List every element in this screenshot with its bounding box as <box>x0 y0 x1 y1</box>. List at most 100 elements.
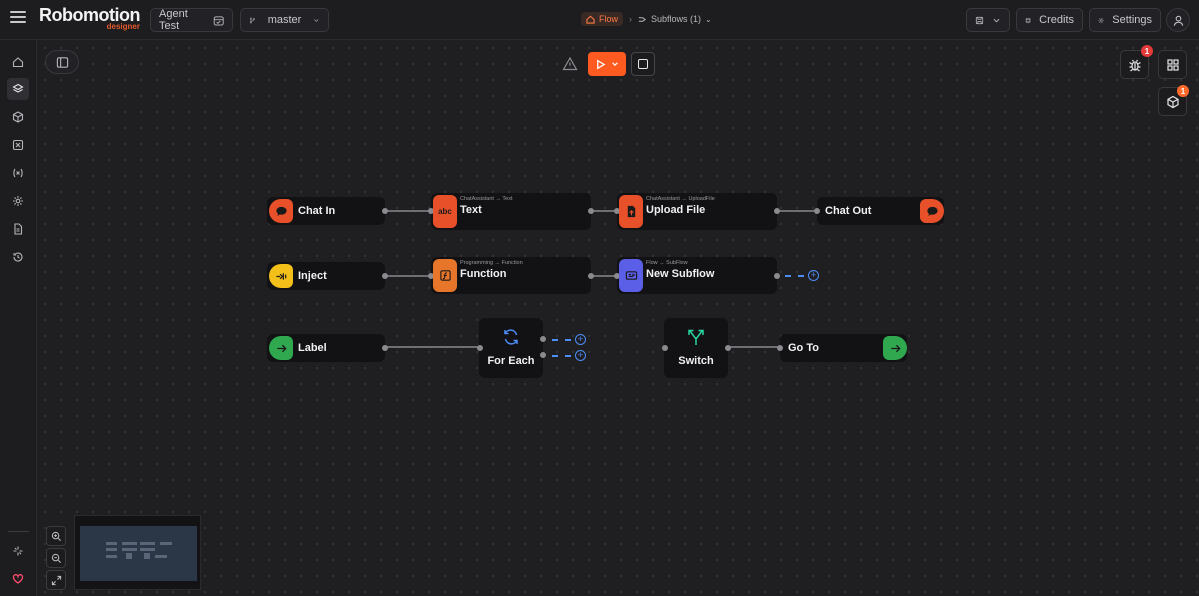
add-node-icon[interactable]: + <box>575 350 586 361</box>
box-x-icon <box>12 139 24 151</box>
node-title: Inject <box>298 270 327 282</box>
credits-button[interactable]: Credits <box>1016 8 1083 32</box>
save-icon <box>975 16 984 24</box>
sidebar-item-packages[interactable] <box>9 108 27 126</box>
settings-label: Settings <box>1112 14 1152 26</box>
sidebar-panel-icon <box>56 56 68 68</box>
packages-count-badge: 1 <box>1177 85 1189 97</box>
sidebar-item-variables[interactable] <box>9 164 27 182</box>
logo-subtext: designer <box>106 22 140 31</box>
output-port[interactable] <box>588 208 594 214</box>
stop-icon <box>638 59 648 69</box>
minimap-viewport[interactable] <box>80 526 197 581</box>
breadcrumb-subflows[interactable]: Subflows (1) ⌄ <box>638 14 712 24</box>
calendar-icon <box>213 15 224 25</box>
node-label[interactable]: Label <box>267 334 388 362</box>
top-bar: Robomotion designer Agent Test master Fl… <box>0 0 1199 40</box>
logo: Robomotion designer <box>39 6 140 31</box>
layers-icon <box>12 83 24 93</box>
sidebar-item-box[interactable] <box>9 136 27 154</box>
node-title: Chat Out <box>825 205 872 217</box>
grid-icon <box>1166 58 1179 71</box>
flow-canvas[interactable] <box>37 40 1199 596</box>
output-port[interactable] <box>540 352 546 358</box>
run-button[interactable] <box>588 52 626 76</box>
pending-connection <box>552 355 571 357</box>
variable-icon <box>13 168 23 178</box>
node-switch[interactable]: Switch <box>662 318 731 378</box>
sidebar-item-history[interactable] <box>9 248 27 266</box>
bug-icon <box>1128 59 1141 71</box>
branch-name: master <box>267 14 302 26</box>
node-function[interactable]: Programming → Function Function <box>428 257 594 294</box>
project-name: Agent Test <box>159 8 188 32</box>
home-icon <box>12 57 24 68</box>
expand-icon <box>51 575 61 585</box>
node-go-to[interactable]: Go To <box>777 334 907 362</box>
fit-view-button[interactable] <box>46 570 66 590</box>
add-node-icon[interactable]: + <box>808 270 819 281</box>
node-subtitle: Flow → SubFlow <box>646 260 688 266</box>
minimap-node <box>160 542 172 545</box>
node-chat-out[interactable]: Chat Out <box>814 197 944 225</box>
add-node-icon[interactable]: + <box>575 334 586 345</box>
file-upload-icon <box>619 195 643 228</box>
sidebar-item-ai[interactable] <box>9 542 27 560</box>
sidebar-item-layers[interactable] <box>7 78 29 100</box>
function-icon <box>433 259 457 292</box>
node-chat-in[interactable]: Chat In <box>267 197 388 225</box>
settings-button[interactable]: Settings <box>1089 8 1161 32</box>
zoom-in-icon <box>51 531 61 541</box>
output-port[interactable] <box>588 273 594 279</box>
input-port[interactable] <box>814 208 820 214</box>
node-subtitle: Programming → Function <box>460 260 523 266</box>
output-port[interactable] <box>774 208 780 214</box>
minimap-node <box>140 542 155 545</box>
minimap[interactable] <box>74 515 201 590</box>
pending-connection <box>552 339 571 341</box>
output-port[interactable] <box>382 273 388 279</box>
breadcrumb-flow[interactable]: Flow <box>581 12 624 26</box>
menu-icon[interactable] <box>10 11 26 27</box>
node-inject[interactable]: Inject <box>267 262 388 290</box>
sidebar-item-home[interactable] <box>9 53 27 71</box>
node-upload-file[interactable]: ChatAssistant → UploadFile Upload File <box>614 193 780 230</box>
sidebar-divider <box>8 531 29 532</box>
grid-view-button[interactable] <box>1158 50 1187 79</box>
node-for-each[interactable]: For Each <box>477 318 546 378</box>
credits-label: Credits <box>1039 14 1074 26</box>
input-port[interactable] <box>777 345 783 351</box>
sidebar-item-files[interactable] <box>9 220 27 238</box>
sidebar-item-favorite[interactable] <box>9 570 27 588</box>
node-title: Label <box>298 342 327 354</box>
warning-icon[interactable] <box>562 56 578 72</box>
input-port[interactable] <box>662 345 668 351</box>
branch-button[interactable]: master <box>240 8 329 32</box>
project-button[interactable]: Agent Test <box>150 8 233 32</box>
node-text[interactable]: abc ChatAssistant → Text Text <box>428 193 594 230</box>
minimap-node <box>126 553 132 559</box>
output-port[interactable] <box>725 345 731 351</box>
breadcrumb: Flow › Subflows (1) ⌄ <box>581 12 712 26</box>
output-port[interactable] <box>774 273 780 279</box>
output-port[interactable] <box>382 208 388 214</box>
stop-button[interactable] <box>631 52 655 76</box>
node-new-subflow[interactable]: Flow → SubFlow New Subflow <box>614 257 780 294</box>
save-button[interactable] <box>966 8 1010 32</box>
file-icon <box>14 223 23 235</box>
node-title: For Each <box>487 355 535 367</box>
minimap-node <box>106 548 117 551</box>
zoom-in-button[interactable] <box>46 526 66 546</box>
output-port[interactable] <box>382 345 388 351</box>
node-title: Text <box>460 204 482 216</box>
user-avatar[interactable] <box>1166 8 1190 32</box>
node-title: Go To <box>788 342 819 354</box>
panel-toggle-button[interactable] <box>45 50 79 74</box>
sparkle-icon <box>13 546 23 556</box>
output-port[interactable] <box>540 336 546 342</box>
play-icon <box>596 59 606 69</box>
zoom-out-button[interactable] <box>46 548 66 568</box>
input-port[interactable] <box>477 345 483 351</box>
connection-wire <box>384 210 431 212</box>
sidebar-item-settings[interactable] <box>9 192 27 210</box>
